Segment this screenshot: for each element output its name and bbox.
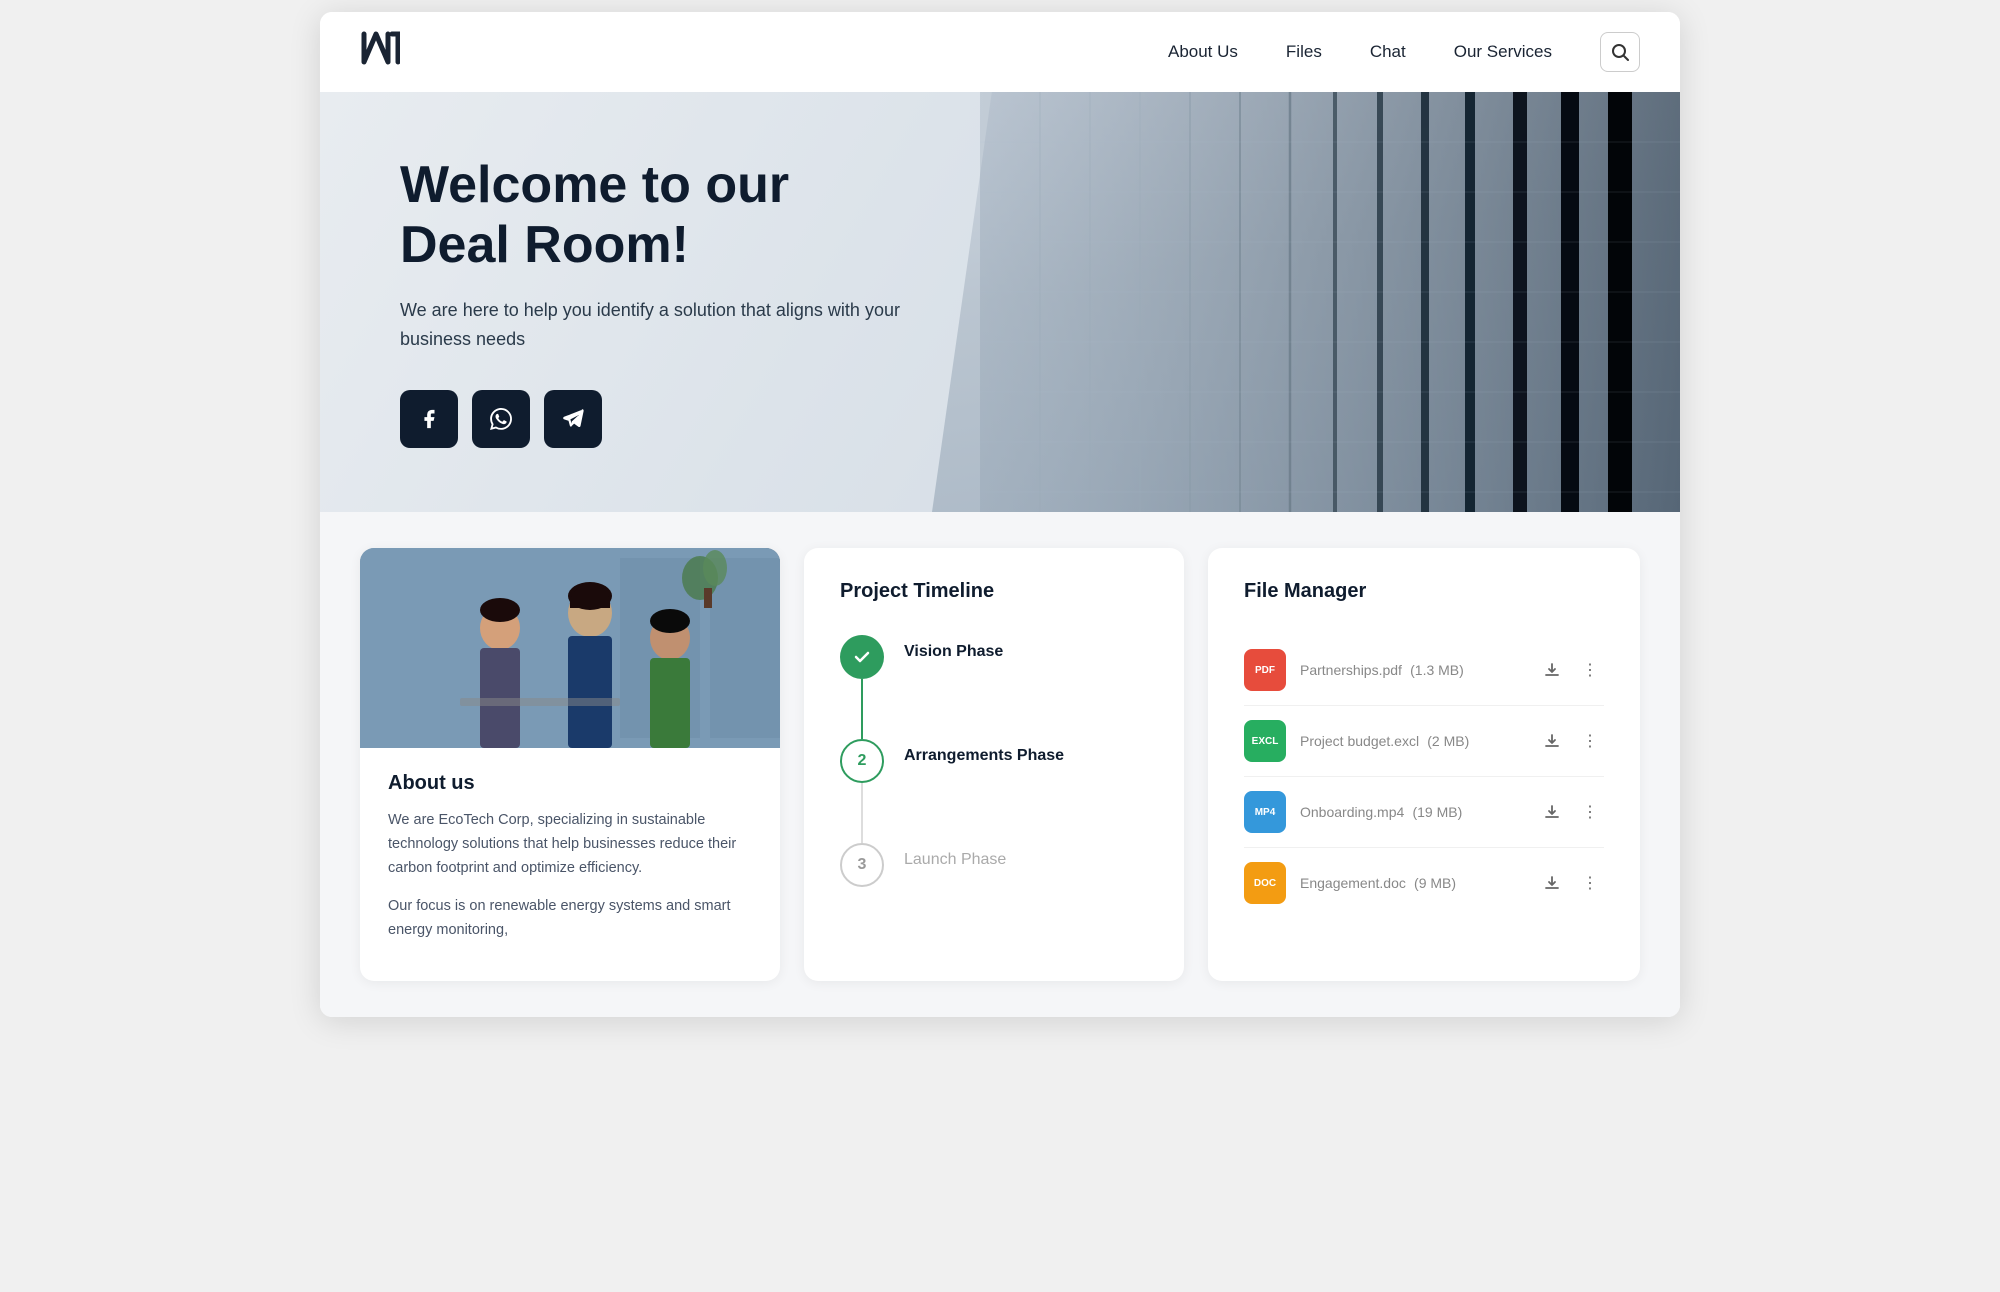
nav-files[interactable]: Files — [1286, 42, 1322, 62]
timeline-left-3: 3 — [840, 843, 884, 887]
file-item-3: MP4 Onboarding.mp4 (19 MB) ⋮ — [1244, 777, 1604, 848]
timeline-circle-1 — [840, 635, 884, 679]
file-item-2: EXCL Project budget.excl (2 MB) ⋮ — [1244, 706, 1604, 777]
telegram-button[interactable] — [544, 390, 602, 448]
download-icon-4 — [1544, 875, 1560, 891]
whatsapp-button[interactable] — [472, 390, 530, 448]
timeline-circle-3: 3 — [840, 843, 884, 887]
file-actions-3: ⋮ — [1538, 798, 1604, 826]
nav-our-services[interactable]: Our Services — [1454, 42, 1552, 62]
about-image — [360, 548, 780, 748]
file-actions-4: ⋮ — [1538, 869, 1604, 897]
download-button-1[interactable] — [1538, 656, 1566, 684]
timeline-circle-2: 2 — [840, 739, 884, 783]
more-button-3[interactable]: ⋮ — [1576, 798, 1604, 826]
more-button-1[interactable]: ⋮ — [1576, 656, 1604, 684]
about-text: About us We are EcoTech Corp, specializi… — [360, 748, 780, 981]
file-name-3: Onboarding.mp4 (19 MB) — [1300, 804, 1524, 821]
about-body-2: Our focus is on renewable energy systems… — [388, 895, 752, 943]
hero-columns-decoration — [980, 92, 1680, 512]
timeline-line-2 — [861, 783, 863, 843]
logo[interactable] — [360, 30, 400, 74]
more-button-4[interactable]: ⋮ — [1576, 869, 1604, 897]
filemanager-title: File Manager — [1244, 580, 1604, 603]
search-icon — [1611, 43, 1629, 61]
navbar: About Us Files Chat Our Services — [320, 12, 1680, 92]
nav-about-us[interactable]: About Us — [1168, 42, 1238, 62]
download-icon-3 — [1544, 804, 1560, 820]
telegram-icon — [562, 408, 584, 430]
download-button-3[interactable] — [1538, 798, 1566, 826]
file-name-4: Engagement.doc (9 MB) — [1300, 875, 1524, 892]
about-heading: About us — [388, 772, 752, 795]
timeline-label-2: Arrangements Phase — [904, 747, 1064, 764]
timeline-title: Project Timeline — [840, 580, 1148, 603]
timeline-right-2: Arrangements Phase — [904, 739, 1064, 825]
hero-title: Welcome to our Deal Room! — [400, 156, 900, 276]
download-button-2[interactable] — [1538, 727, 1566, 755]
filemanager-card: File Manager PDF Partnerships.pdf (1.3 M… — [1208, 548, 1640, 981]
nav-links: About Us Files Chat Our Services — [1168, 42, 1552, 62]
download-button-4[interactable] — [1538, 869, 1566, 897]
file-item-1: PDF Partnerships.pdf (1.3 MB) ⋮ — [1244, 635, 1604, 706]
hero-section: Welcome to our Deal Room! We are here to… — [320, 92, 1680, 512]
hero-actions — [400, 390, 900, 448]
timeline-left-2: 2 — [840, 739, 884, 843]
timeline-label-1: Vision Phase — [904, 643, 1003, 660]
download-icon — [1544, 662, 1560, 678]
file-name-2: Project budget.excl (2 MB) — [1300, 733, 1524, 750]
file-badge-excl: EXCL — [1244, 720, 1286, 762]
hero-subtitle: We are here to help you identify a solut… — [400, 296, 900, 354]
timeline-item-2: 2 Arrangements Phase — [840, 739, 1148, 843]
file-badge-pdf: PDF — [1244, 649, 1286, 691]
file-name-1: Partnerships.pdf (1.3 MB) — [1300, 662, 1524, 679]
search-button[interactable] — [1600, 32, 1640, 72]
download-icon-2 — [1544, 733, 1560, 749]
hero-content: Welcome to our Deal Room! We are here to… — [320, 156, 900, 447]
about-body-1: We are EcoTech Corp, specializing in sus… — [388, 809, 752, 881]
facebook-button[interactable] — [400, 390, 458, 448]
timeline: Vision Phase 2 Arrangements Phase — [840, 635, 1148, 887]
file-badge-mp4: MP4 — [1244, 791, 1286, 833]
more-button-2[interactable]: ⋮ — [1576, 727, 1604, 755]
checkmark-icon — [853, 648, 871, 666]
file-list: PDF Partnerships.pdf (1.3 MB) ⋮ — [1244, 635, 1604, 918]
about-card: About us We are EcoTech Corp, specializi… — [360, 548, 780, 981]
timeline-right-1: Vision Phase — [904, 635, 1003, 721]
nav-chat[interactable]: Chat — [1370, 42, 1406, 62]
whatsapp-icon — [490, 408, 512, 430]
timeline-left-1 — [840, 635, 884, 739]
timeline-card: Project Timeline Vision Phase — [804, 548, 1184, 981]
file-badge-doc: DOC — [1244, 862, 1286, 904]
page-container: About Us Files Chat Our Services — [320, 12, 1680, 1017]
file-actions-2: ⋮ — [1538, 727, 1604, 755]
facebook-icon — [418, 408, 440, 430]
timeline-line-1 — [861, 679, 863, 739]
timeline-right-3: Launch Phase — [904, 843, 1006, 869]
file-item-4: DOC Engagement.doc (9 MB) ⋮ — [1244, 848, 1604, 918]
timeline-item-1: Vision Phase — [840, 635, 1148, 739]
timeline-item-3: 3 Launch Phase — [840, 843, 1148, 887]
timeline-label-3: Launch Phase — [904, 851, 1006, 868]
main-content: About us We are EcoTech Corp, specializi… — [320, 512, 1680, 1017]
people-illustration — [360, 548, 780, 748]
file-actions-1: ⋮ — [1538, 656, 1604, 684]
